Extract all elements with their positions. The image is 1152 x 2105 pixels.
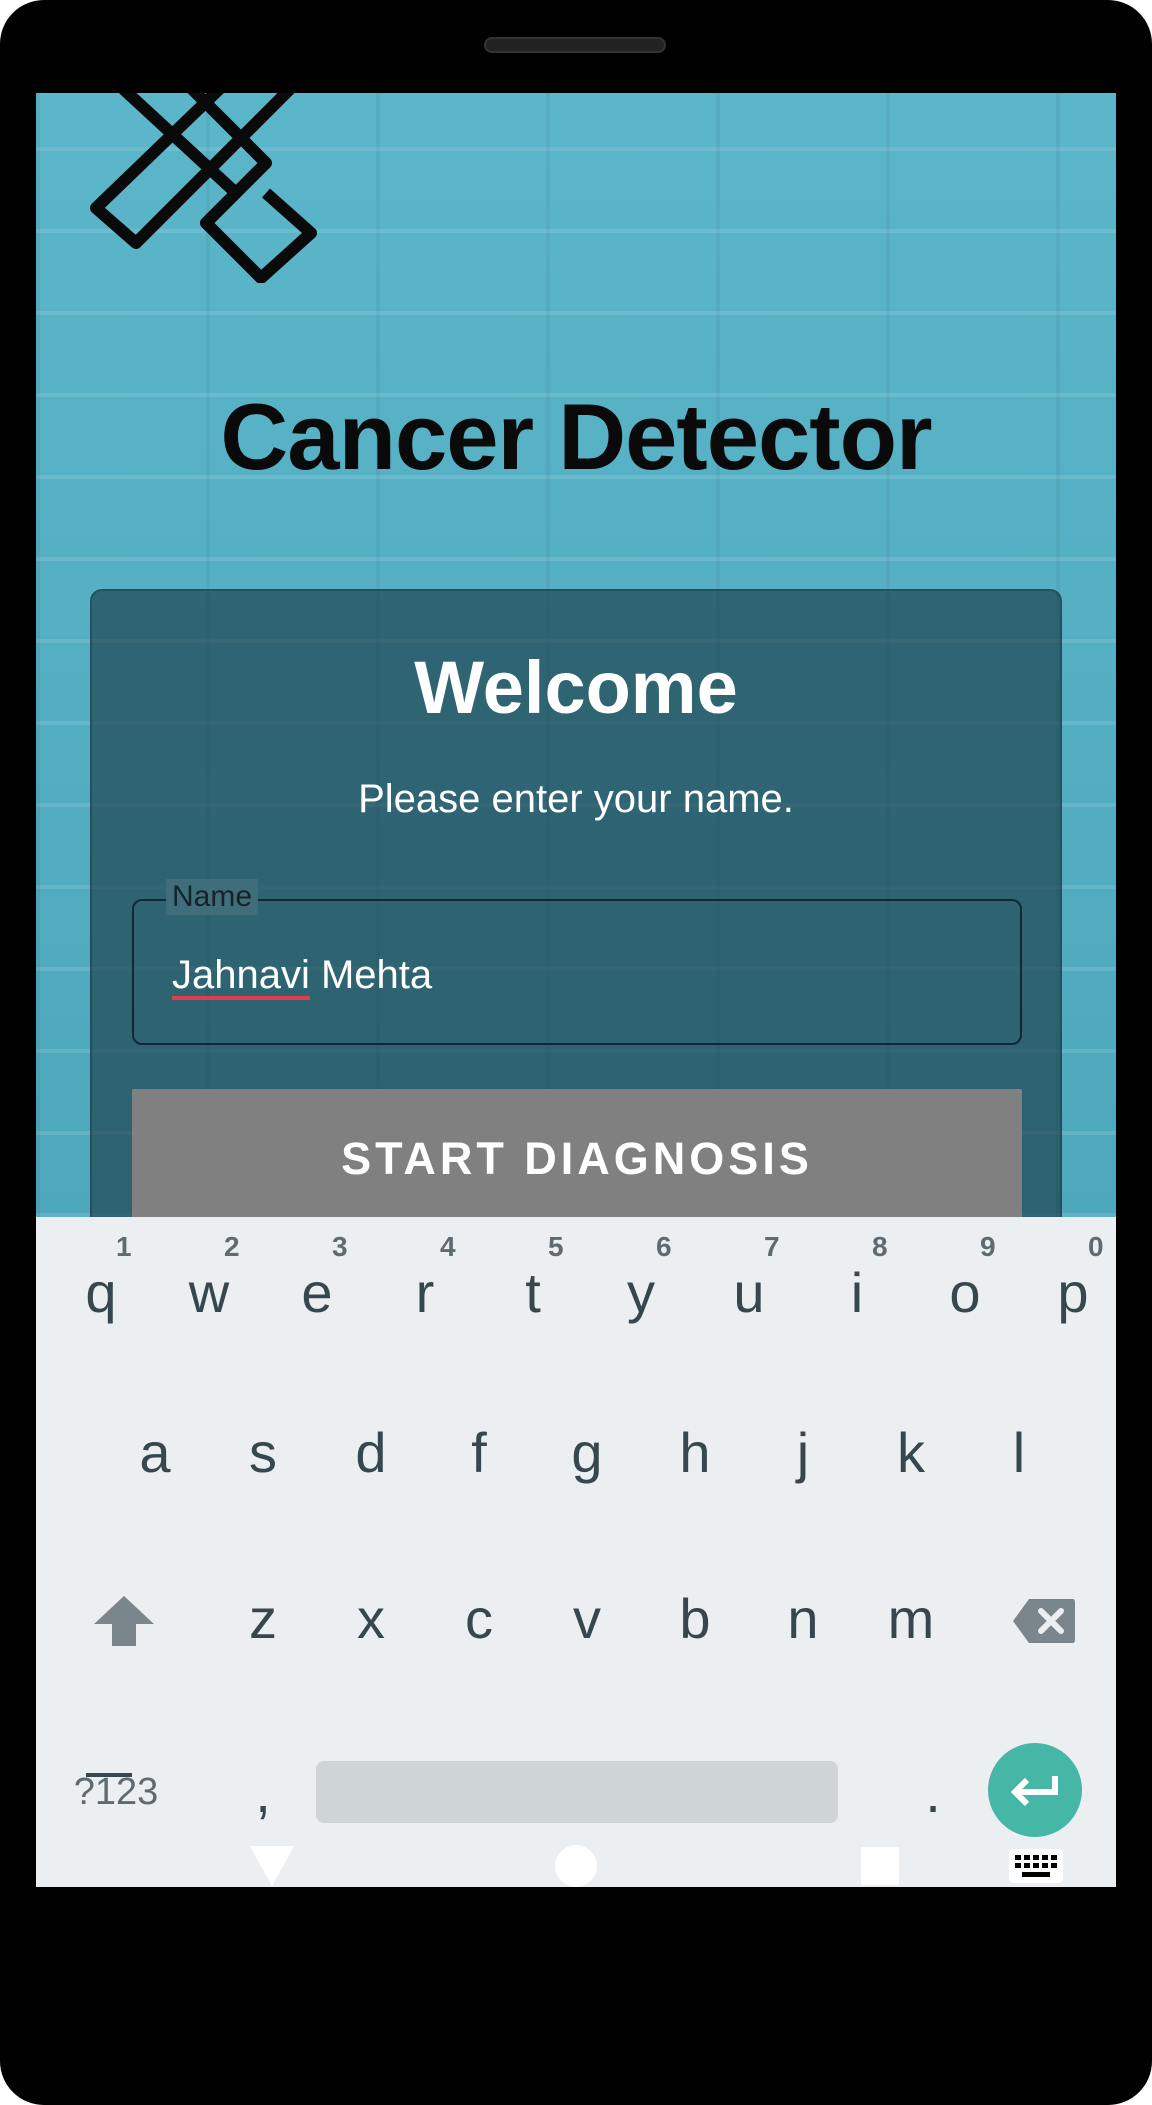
key-z[interactable]: z: [218, 1573, 308, 1663]
key-w[interactable]: w: [164, 1247, 254, 1337]
key-f[interactable]: f: [434, 1407, 524, 1497]
start-diagnosis-button[interactable]: START DIAGNOSIS: [132, 1089, 1022, 1217]
key-j[interactable]: j: [758, 1407, 848, 1497]
back-triangle-icon[interactable]: [240, 1834, 304, 1898]
backspace-key[interactable]: [996, 1573, 1092, 1669]
screen: Cancer Detector Welcome Please enter you…: [36, 93, 1116, 1887]
key-s[interactable]: s: [218, 1407, 308, 1497]
key-t[interactable]: t: [488, 1247, 578, 1337]
name-field[interactable]: Name Jahnavi Mehta: [132, 879, 1022, 1045]
recents-square-icon[interactable]: [848, 1834, 912, 1898]
key-x[interactable]: x: [326, 1573, 416, 1663]
key-y[interactable]: y: [596, 1247, 686, 1337]
key-b[interactable]: b: [650, 1573, 740, 1663]
misspelled-word: Jahnavi: [172, 953, 310, 997]
welcome-card: Welcome Please enter your name. Name Jah…: [90, 589, 1062, 1217]
welcome-heading: Welcome: [414, 646, 738, 729]
phone-frame: Cancer Detector Welcome Please enter you…: [0, 0, 1152, 2105]
key-e[interactable]: e: [272, 1247, 362, 1337]
key-c[interactable]: c: [434, 1573, 524, 1663]
key-u[interactable]: u: [704, 1247, 794, 1337]
keyboard-switch-icon[interactable]: [1004, 1834, 1068, 1898]
key-k[interactable]: k: [866, 1407, 956, 1497]
name-field-label: Name: [166, 879, 259, 915]
ribbon-x-logo: [90, 93, 317, 283]
key-m[interactable]: m: [866, 1573, 956, 1663]
key-r[interactable]: r: [380, 1247, 470, 1337]
app-content: Cancer Detector Welcome Please enter you…: [36, 93, 1116, 1217]
name-prompt: Please enter your name.: [358, 777, 794, 821]
app-title: Cancer Detector: [220, 384, 932, 489]
key-l[interactable]: l: [974, 1407, 1064, 1497]
soft-keyboard: 1 q 2 w 3 e 4 r 5 t 6 y 7 u 8 i 9 o 0 p …: [36, 1217, 1116, 1887]
backspace-icon: [1013, 1599, 1075, 1643]
key-v[interactable]: v: [542, 1573, 632, 1663]
key-d[interactable]: d: [326, 1407, 416, 1497]
key-p[interactable]: p: [1028, 1247, 1116, 1337]
key-h[interactable]: h: [650, 1407, 740, 1497]
shift-arrow-icon: [94, 1596, 154, 1646]
system-nav-bar: [0, 1794, 1152, 1974]
key-o[interactable]: o: [920, 1247, 1010, 1337]
key-q[interactable]: q: [56, 1247, 146, 1337]
name-field-value-rest: Mehta: [309, 953, 433, 997]
key-a[interactable]: a: [110, 1407, 200, 1497]
key-n[interactable]: n: [758, 1573, 848, 1663]
speaker-grille: [484, 37, 666, 53]
name-field-value[interactable]: Jahnavi Mehta: [172, 951, 432, 999]
shift-key[interactable]: [76, 1573, 172, 1669]
key-i[interactable]: i: [812, 1247, 902, 1337]
key-g[interactable]: g: [542, 1407, 632, 1497]
home-circle-icon[interactable]: [544, 1834, 608, 1898]
